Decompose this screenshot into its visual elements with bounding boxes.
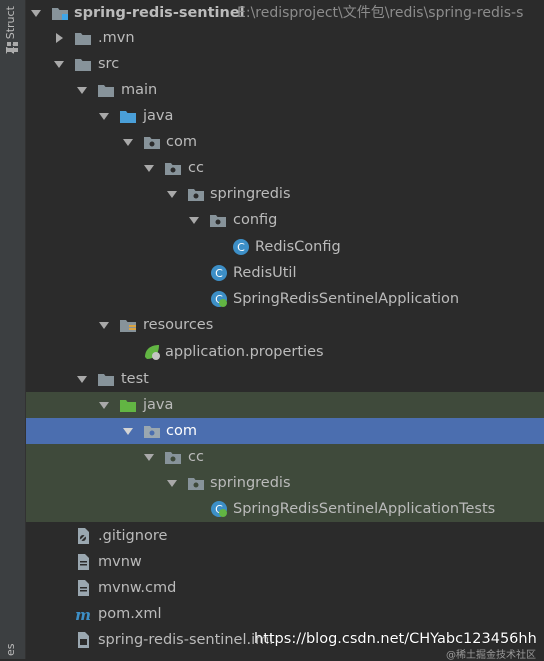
tree-row-config[interactable]: config (26, 207, 544, 233)
expand-arrow-icon[interactable] (122, 136, 134, 148)
tree-row-main-cc[interactable]: cc (26, 155, 544, 181)
tree-row-application[interactable]: C SpringRedisSentinelApplication (26, 286, 544, 312)
tree-item-label: springredis (210, 186, 291, 202)
class-icon: C (211, 265, 227, 281)
spring-boot-class-icon: C (211, 291, 227, 307)
tree-row-test-cc[interactable]: cc (26, 444, 544, 470)
tree-item-label: test (121, 371, 149, 387)
tree-row-redisutil[interactable]: C RedisUtil (26, 260, 544, 286)
expand-arrow-icon[interactable] (76, 84, 88, 96)
folder-icon (75, 59, 91, 71)
project-name: spring-redis-sentinel (74, 5, 245, 21)
package-icon (165, 452, 181, 464)
tree-row-application-tests[interactable]: C SpringRedisSentinelApplicationTests (26, 496, 544, 522)
expand-arrow-icon[interactable] (98, 399, 110, 411)
tree-item-label: com (166, 134, 197, 150)
file-icon (78, 554, 89, 570)
tree-item-label: SpringRedisSentinelApplication (233, 291, 460, 307)
tree-row-mvnw-cmd[interactable]: mvnw.cmd (26, 575, 544, 601)
expand-arrow-icon[interactable] (76, 373, 88, 385)
tree-row-main[interactable]: main (26, 77, 544, 103)
tree-row-main-java[interactable]: java (26, 103, 544, 129)
resources-folder-icon (120, 320, 136, 332)
tree-item-label: java (143, 108, 174, 124)
tree-item-label: src (98, 56, 120, 72)
expand-arrow-icon[interactable] (30, 7, 42, 19)
tree-item-label: spring-redis-sentinel.iml (98, 632, 274, 648)
project-tree: spring-redis-sentinel E:\redisproject\文件… (26, 0, 544, 659)
package-icon (188, 189, 204, 201)
tree-row-pom[interactable]: m pom.xml (26, 601, 544, 627)
module-folder-icon (52, 8, 68, 20)
tree-item-label: mvnw.cmd (98, 580, 177, 596)
tree-row-redisconfig[interactable]: C RedisConfig (26, 234, 544, 260)
tree-item-label: cc (188, 449, 204, 465)
gitignore-file-icon (78, 528, 89, 544)
tree-item-label: resources (143, 317, 214, 333)
folder-icon (98, 85, 114, 97)
tree-item-label: cc (188, 160, 204, 176)
tree-item-label: config (233, 212, 278, 228)
package-icon (165, 163, 181, 175)
tree-row-main-com[interactable]: com (26, 129, 544, 155)
collapse-arrow-icon[interactable] (53, 32, 65, 44)
tree-item-label: .mvn (98, 30, 135, 46)
expand-arrow-icon[interactable] (188, 214, 200, 226)
tree-row-application-properties[interactable]: application.properties (26, 339, 544, 365)
tree-row-main-springredis[interactable]: springredis (26, 181, 544, 207)
package-icon (144, 426, 160, 438)
package-icon (188, 478, 204, 490)
expand-arrow-icon[interactable] (98, 319, 110, 331)
expand-arrow-icon[interactable] (143, 451, 155, 463)
tree-row-mvn[interactable]: .mvn (26, 25, 544, 51)
tree-row-test-com[interactable]: com (26, 418, 544, 444)
tree-row-src[interactable]: src (26, 51, 544, 77)
left-tool-strip: Z: Structure es (0, 0, 26, 659)
tree-item-label: pom.xml (98, 606, 162, 622)
expand-arrow-icon[interactable] (166, 477, 178, 489)
tree-item-label: SpringRedisSentinelApplicationTests (233, 501, 496, 517)
tree-item-label: springredis (210, 475, 291, 491)
source-folder-icon (120, 111, 136, 123)
expand-arrow-icon[interactable] (166, 188, 178, 200)
package-icon (210, 215, 226, 227)
maven-icon: m (75, 606, 91, 623)
expand-arrow-icon[interactable] (53, 58, 65, 70)
tree-item-label: com (166, 423, 197, 439)
tree-item-label: RedisConfig (255, 239, 341, 255)
bottom-tool-tab[interactable]: es (4, 620, 22, 657)
tree-row-gitignore[interactable]: .gitignore (26, 523, 544, 549)
tree-row-test-springredis[interactable]: springredis (26, 470, 544, 496)
svg-text:C: C (237, 241, 245, 254)
package-icon (144, 137, 160, 149)
expand-arrow-icon[interactable] (143, 162, 155, 174)
tree-row-test[interactable]: test (26, 366, 544, 392)
file-icon (78, 580, 89, 596)
class-icon: C (233, 239, 249, 255)
tree-item-label: .gitignore (98, 528, 168, 544)
test-source-folder-icon (120, 400, 136, 412)
spring-boot-test-class-icon: C (211, 501, 227, 517)
tree-item-label: mvnw (98, 554, 142, 570)
tree-row-project-root[interactable]: spring-redis-sentinel E:\redisproject\文件… (26, 0, 544, 26)
expand-arrow-icon[interactable] (122, 425, 134, 437)
svg-text:C: C (215, 267, 223, 280)
tree-row-resources[interactable]: resources (26, 312, 544, 338)
tree-item-label: main (121, 82, 158, 98)
structure-icon (7, 42, 18, 52)
expand-arrow-icon[interactable] (98, 110, 110, 122)
svg-text:m: m (75, 606, 91, 623)
tree-row-test-java[interactable]: java (26, 392, 544, 418)
tree-item-label: application.properties (165, 344, 324, 360)
project-path: E:\redisproject\文件包\redis\spring-redis-s (237, 5, 524, 21)
spring-properties-icon (145, 345, 160, 360)
folder-icon (75, 33, 91, 45)
iml-file-icon (78, 632, 89, 648)
tree-item-label: RedisUtil (233, 265, 297, 281)
tree-row-mvnw[interactable]: mvnw (26, 549, 544, 575)
tree-item-label: java (143, 397, 174, 413)
folder-icon (98, 374, 114, 386)
